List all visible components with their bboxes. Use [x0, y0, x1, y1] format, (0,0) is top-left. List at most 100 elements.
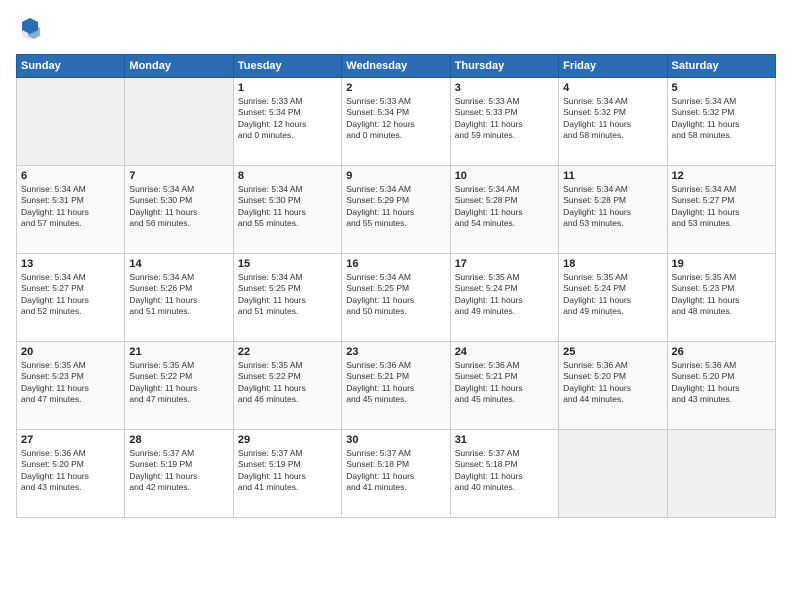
calendar-cell: [667, 430, 775, 518]
day-number: 25: [563, 346, 662, 358]
day-info: Sunrise: 5:33 AM Sunset: 5:33 PM Dayligh…: [455, 96, 554, 142]
day-info: Sunrise: 5:34 AM Sunset: 5:25 PM Dayligh…: [346, 272, 445, 318]
day-info: Sunrise: 5:34 AM Sunset: 5:28 PM Dayligh…: [563, 184, 662, 230]
weekday-header-tuesday: Tuesday: [233, 55, 341, 78]
weekday-header-friday: Friday: [559, 55, 667, 78]
calendar-cell: 19Sunrise: 5:35 AM Sunset: 5:23 PM Dayli…: [667, 254, 775, 342]
day-number: 16: [346, 258, 445, 270]
calendar-cell: 6 Sunrise: 5:34 AM Sunset: 5:31 PM Daylig…: [17, 166, 125, 254]
day-info: Sunrise: 5:36 AM Sunset: 5:20 PM Dayligh…: [672, 360, 771, 406]
calendar-cell: 26Sunrise: 5:36 AM Sunset: 5:20 PM Dayli…: [667, 342, 775, 430]
day-info: Sunrise: 5:34 AM Sunset: 5:29 PM Dayligh…: [346, 184, 445, 230]
calendar-cell: 18 Sunrise: 5:35 AM Sunset: 5:24 PM Dayli…: [559, 254, 667, 342]
day-number: 2: [346, 82, 445, 94]
day-info: Sunrise: 5:35 AM Sunset: 5:23 PM Dayligh…: [21, 360, 120, 406]
day-number: 9: [346, 170, 445, 182]
calendar-cell: 21 Sunrise: 5:35 AM Sunset: 5:22 PM Dayli…: [125, 342, 233, 430]
calendar-cell: 16 Sunrise: 5:34 AM Sunset: 5:25 PM Dayli…: [342, 254, 450, 342]
day-info: Sunrise: 5:37 AM Sunset: 5:18 PM Dayligh…: [346, 448, 445, 494]
day-number: 3: [455, 82, 554, 94]
weekday-header-sunday: Sunday: [17, 55, 125, 78]
day-info: Sunrise: 5:34 AM Sunset: 5:26 PM Dayligh…: [129, 272, 228, 318]
calendar-cell: 4 Sunrise: 5:34 AM Sunset: 5:32 PM Daylig…: [559, 78, 667, 166]
calendar-cell: 14 Sunrise: 5:34 AM Sunset: 5:26 PM Dayli…: [125, 254, 233, 342]
day-info: Sunrise: 5:34 AM Sunset: 5:28 PM Dayligh…: [455, 184, 554, 230]
day-info: Sunrise: 5:34 AM Sunset: 5:32 PM Dayligh…: [672, 96, 771, 142]
day-info: Sunrise: 5:34 AM Sunset: 5:32 PM Dayligh…: [563, 96, 662, 142]
day-number: 1: [238, 82, 337, 94]
day-number: 31: [455, 434, 554, 446]
day-info: Sunrise: 5:34 AM Sunset: 5:31 PM Dayligh…: [21, 184, 120, 230]
day-number: 7: [129, 170, 228, 182]
calendar-cell: 15 Sunrise: 5:34 AM Sunset: 5:25 PM Dayli…: [233, 254, 341, 342]
day-info: Sunrise: 5:36 AM Sunset: 5:21 PM Dayligh…: [346, 360, 445, 406]
day-info: Sunrise: 5:34 AM Sunset: 5:30 PM Dayligh…: [238, 184, 337, 230]
calendar-cell: [17, 78, 125, 166]
day-info: Sunrise: 5:34 AM Sunset: 5:27 PM Dayligh…: [21, 272, 120, 318]
calendar-table: SundayMondayTuesdayWednesdayThursdayFrid…: [16, 54, 776, 518]
calendar-cell: 17Sunrise: 5:35 AM Sunset: 5:24 PM Dayli…: [450, 254, 558, 342]
day-number: 24: [455, 346, 554, 358]
week-row-4: 27 Sunrise: 5:36 AM Sunset: 5:20 PM Dayli…: [17, 430, 776, 518]
day-number: 20: [21, 346, 120, 358]
day-number: 19: [672, 258, 771, 270]
day-number: 22: [238, 346, 337, 358]
week-row-1: 6 Sunrise: 5:34 AM Sunset: 5:31 PM Daylig…: [17, 166, 776, 254]
day-number: 30: [346, 434, 445, 446]
calendar-body: 1 Sunrise: 5:33 AM Sunset: 5:34 PM Daylig…: [17, 78, 776, 518]
calendar-cell: 27 Sunrise: 5:36 AM Sunset: 5:20 PM Dayli…: [17, 430, 125, 518]
calendar-cell: 29 Sunrise: 5:37 AM Sunset: 5:19 PM Dayli…: [233, 430, 341, 518]
day-number: 15: [238, 258, 337, 270]
calendar-cell: 24 Sunrise: 5:36 AM Sunset: 5:21 PM Dayli…: [450, 342, 558, 430]
day-info: Sunrise: 5:34 AM Sunset: 5:27 PM Dayligh…: [672, 184, 771, 230]
day-info: Sunrise: 5:34 AM Sunset: 5:25 PM Dayligh…: [238, 272, 337, 318]
day-number: 11: [563, 170, 662, 182]
calendar-cell: 30 Sunrise: 5:37 AM Sunset: 5:18 PM Dayli…: [342, 430, 450, 518]
calendar-cell: 23 Sunrise: 5:36 AM Sunset: 5:21 PM Dayli…: [342, 342, 450, 430]
day-number: 4: [563, 82, 662, 94]
day-number: 23: [346, 346, 445, 358]
weekday-header-monday: Monday: [125, 55, 233, 78]
day-number: 21: [129, 346, 228, 358]
day-number: 13: [21, 258, 120, 270]
day-info: Sunrise: 5:36 AM Sunset: 5:21 PM Dayligh…: [455, 360, 554, 406]
weekday-row: SundayMondayTuesdayWednesdayThursdayFrid…: [17, 55, 776, 78]
weekday-header-wednesday: Wednesday: [342, 55, 450, 78]
day-number: 29: [238, 434, 337, 446]
calendar-cell: [559, 430, 667, 518]
calendar-cell: 9 Sunrise: 5:34 AM Sunset: 5:29 PM Daylig…: [342, 166, 450, 254]
day-info: Sunrise: 5:34 AM Sunset: 5:30 PM Dayligh…: [129, 184, 228, 230]
week-row-0: 1 Sunrise: 5:33 AM Sunset: 5:34 PM Daylig…: [17, 78, 776, 166]
day-info: Sunrise: 5:35 AM Sunset: 5:22 PM Dayligh…: [129, 360, 228, 406]
week-row-2: 13 Sunrise: 5:34 AM Sunset: 5:27 PM Dayli…: [17, 254, 776, 342]
day-number: 27: [21, 434, 120, 446]
calendar-cell: 13 Sunrise: 5:34 AM Sunset: 5:27 PM Dayli…: [17, 254, 125, 342]
calendar-cell: 5 Sunrise: 5:34 AM Sunset: 5:32 PM Daylig…: [667, 78, 775, 166]
calendar-cell: 2Sunrise: 5:33 AM Sunset: 5:34 PM Daylig…: [342, 78, 450, 166]
day-number: 8: [238, 170, 337, 182]
page: SundayMondayTuesdayWednesdayThursdayFrid…: [0, 0, 792, 612]
day-info: Sunrise: 5:36 AM Sunset: 5:20 PM Dayligh…: [21, 448, 120, 494]
logo-icon: [16, 16, 44, 44]
calendar-cell: 1 Sunrise: 5:33 AM Sunset: 5:34 PM Daylig…: [233, 78, 341, 166]
day-number: 18: [563, 258, 662, 270]
day-number: 5: [672, 82, 771, 94]
day-number: 10: [455, 170, 554, 182]
day-info: Sunrise: 5:37 AM Sunset: 5:19 PM Dayligh…: [238, 448, 337, 494]
weekday-header-saturday: Saturday: [667, 55, 775, 78]
header: [16, 16, 776, 44]
weekday-header-thursday: Thursday: [450, 55, 558, 78]
day-number: 14: [129, 258, 228, 270]
day-info: Sunrise: 5:35 AM Sunset: 5:24 PM Dayligh…: [455, 272, 554, 318]
calendar-cell: 12Sunrise: 5:34 AM Sunset: 5:27 PM Dayli…: [667, 166, 775, 254]
day-info: Sunrise: 5:33 AM Sunset: 5:34 PM Dayligh…: [238, 96, 337, 142]
calendar-header: SundayMondayTuesdayWednesdayThursdayFrid…: [17, 55, 776, 78]
calendar-cell: 28Sunrise: 5:37 AM Sunset: 5:19 PM Dayli…: [125, 430, 233, 518]
day-info: Sunrise: 5:36 AM Sunset: 5:20 PM Dayligh…: [563, 360, 662, 406]
calendar-cell: 25 Sunrise: 5:36 AM Sunset: 5:20 PM Dayli…: [559, 342, 667, 430]
calendar-cell: 7 Sunrise: 5:34 AM Sunset: 5:30 PM Daylig…: [125, 166, 233, 254]
day-info: Sunrise: 5:35 AM Sunset: 5:24 PM Dayligh…: [563, 272, 662, 318]
calendar-cell: 20 Sunrise: 5:35 AM Sunset: 5:23 PM Dayli…: [17, 342, 125, 430]
calendar-cell: 3 Sunrise: 5:33 AM Sunset: 5:33 PM Daylig…: [450, 78, 558, 166]
day-number: 6: [21, 170, 120, 182]
